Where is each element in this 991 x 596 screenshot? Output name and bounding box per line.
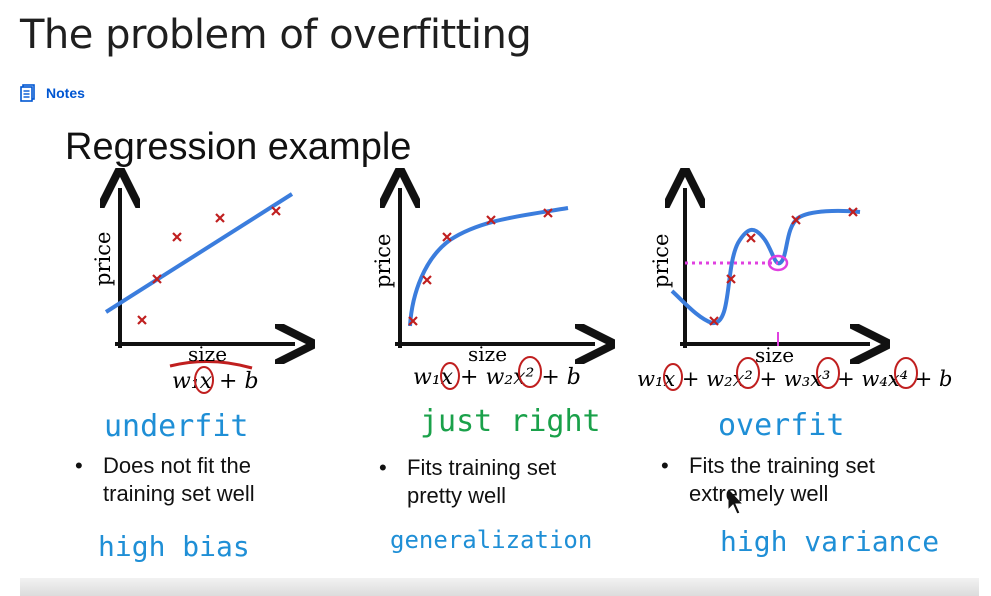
quartic-fit-curve — [670, 208, 861, 325]
bullet-just-right: • Fits training set pretty well — [379, 455, 557, 508]
notes-link[interactable]: Notes — [20, 84, 85, 102]
handwritten-underfit: underfit — [104, 409, 249, 444]
panel-just-right: price size w₁x + w₂x² + b — [371, 188, 595, 390]
y-axis-label: price — [91, 232, 115, 286]
x-axis-label: size — [188, 342, 227, 366]
handwritten-overfit: overfit — [718, 408, 844, 443]
handwritten-high-variance: high variance — [720, 525, 939, 558]
quadratic-fit-curve — [408, 206, 569, 327]
bullet-overfit: • Fits the training set extremely well — [661, 453, 875, 506]
handwritten-high-bias: high bias — [98, 530, 250, 563]
panel-overfit: price size w₁x + w₂x² + w₃x³ + w₄x⁴ + b — [637, 188, 952, 391]
notes-label: Notes — [46, 85, 85, 101]
handwritten-generalization: generalization — [390, 526, 592, 554]
handwritten-just-right: just right — [420, 404, 601, 439]
x-axis-label: size — [755, 343, 794, 367]
equation: w₁x + b — [172, 369, 259, 394]
y-axis-label: price — [649, 234, 673, 288]
y-axis-label: price — [371, 234, 395, 288]
notes-icon — [20, 84, 35, 102]
equation: w₁x + w₂x² + b — [413, 365, 581, 390]
lecture-slide: Regression example price size w₁x + b pr… — [20, 118, 979, 578]
video-bottom-bar — [20, 578, 979, 596]
linear-fit-curve — [104, 192, 294, 314]
data-markers — [137, 206, 281, 325]
x-axis-label: size — [468, 342, 507, 366]
panel-underfit: price size w₁x + b — [91, 188, 295, 394]
page-title: The problem of overfitting — [20, 12, 532, 58]
bullet-underfit: • Does not fit the training set well — [75, 453, 255, 506]
